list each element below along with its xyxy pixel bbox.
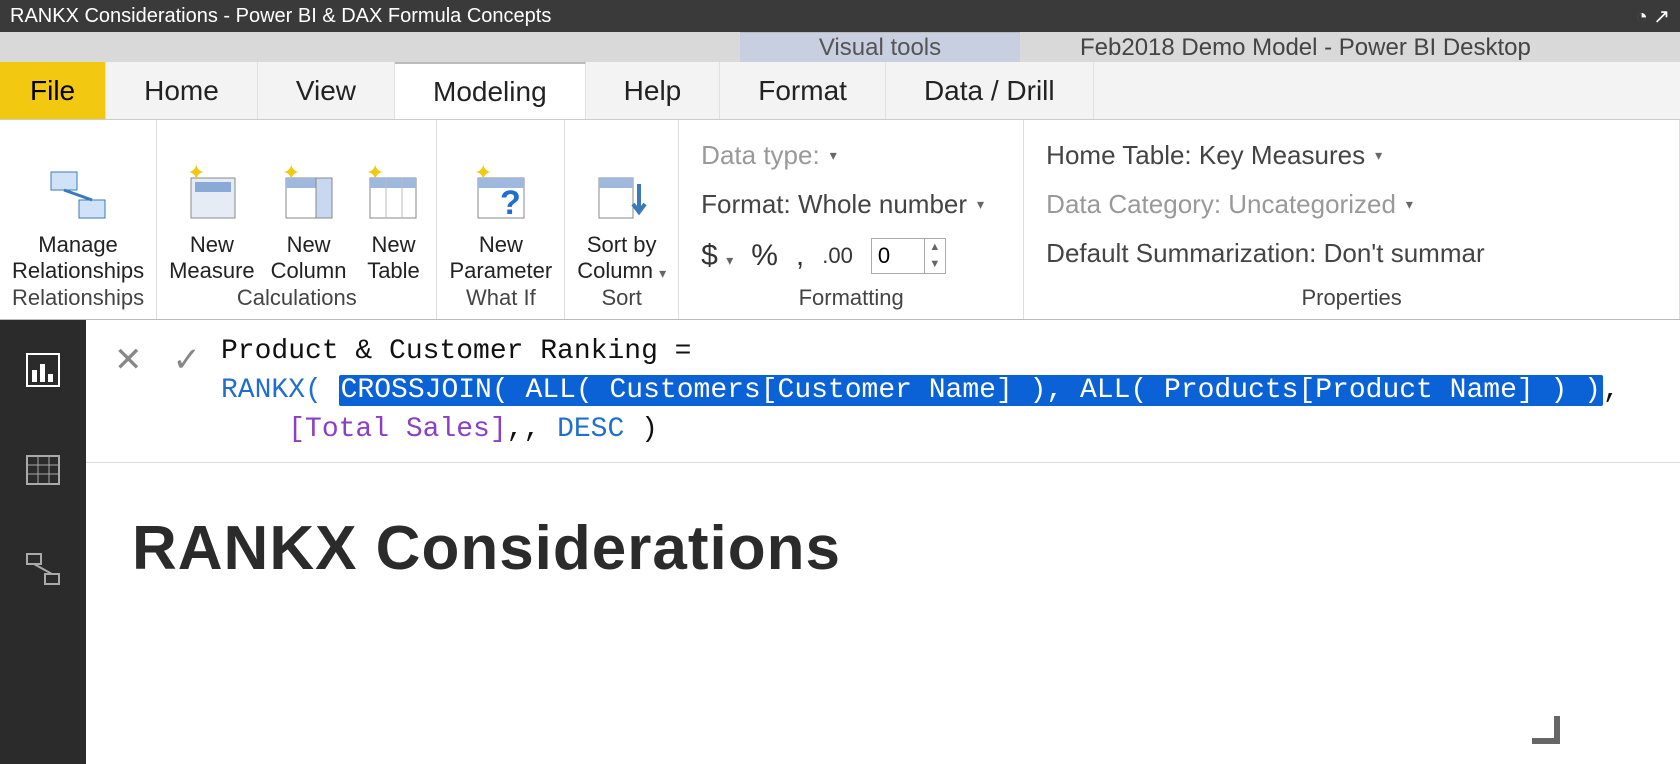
visual-tools-context[interactable]: Visual tools [740, 32, 1020, 62]
model-view-button[interactable] [21, 548, 65, 592]
group-properties: Home Table: Key Measures ▾ Data Category… [1024, 120, 1680, 319]
new-column-button[interactable]: ✦ New Column [271, 156, 347, 283]
group-label: Sort [602, 283, 642, 315]
chevron-down-icon: ▾ [1375, 147, 1382, 164]
tab-home[interactable]: Home [106, 62, 258, 119]
svg-text:✦: ✦ [366, 164, 384, 185]
sort-icon [591, 164, 653, 226]
formula-editor[interactable]: Product & Customer Ranking = RANKX( CROS… [221, 330, 1674, 450]
parameter-icon: ?✦ [470, 164, 532, 226]
label: Manage Relationships [12, 232, 144, 283]
data-category-dropdown[interactable]: Data Category: Uncategorized ▾ [1046, 189, 1649, 220]
decimal-places-input[interactable] [872, 239, 924, 273]
decimal-places-spinner[interactable]: ▲▼ [871, 238, 946, 274]
svg-text:✦: ✦ [474, 164, 492, 185]
currency-button[interactable]: $ ▾ [701, 239, 733, 273]
spinner-up[interactable]: ▲ [925, 239, 945, 256]
tab-view[interactable]: View [258, 62, 395, 119]
cancel-formula-button[interactable]: ✕ [114, 340, 143, 380]
title-text: RANKX Considerations - Power BI & DAX Fo… [10, 5, 551, 28]
decimal-icon: .00 [822, 243, 853, 269]
group-sort: Sort by Column ▾ Sort [565, 120, 679, 319]
group-label: Formatting [799, 283, 904, 315]
percent-button[interactable]: % [751, 239, 778, 273]
window-title: Feb2018 Demo Model - Power BI Desktop [1020, 34, 1680, 62]
new-parameter-button[interactable]: ?✦ New Parameter [449, 156, 552, 283]
ribbon-tabs: File Home View Modeling Help Format Data… [0, 62, 1680, 120]
chevron-down-icon: ▾ [830, 147, 837, 164]
group-calculations: ✦ New Measure ✦ New Column ✦ New Table C… [157, 120, 437, 319]
ribbon-modeling: Manage Relationships Relationships ✦ New… [0, 120, 1680, 320]
group-whatif: ?✦ New Parameter What If [437, 120, 565, 319]
formula-selection: CROSSJOIN( ALL( Customers[Customer Name]… [339, 375, 1603, 406]
sort-by-column-button[interactable]: Sort by Column ▾ [577, 156, 666, 283]
view-switcher [0, 320, 86, 764]
svg-text:✦: ✦ [187, 164, 205, 185]
contextual-tab-row: Visual tools Feb2018 Demo Model - Power … [0, 32, 1680, 62]
label: New Column [271, 232, 347, 283]
data-type-dropdown[interactable]: Data type: ▾ [701, 140, 993, 171]
label: New Measure [169, 232, 255, 283]
tab-data-drill[interactable]: Data / Drill [886, 62, 1094, 119]
spinner-down[interactable]: ▼ [925, 256, 945, 273]
home-table-dropdown[interactable]: Home Table: Key Measures ▾ [1046, 140, 1649, 171]
label: New Parameter [449, 232, 552, 283]
format-dropdown[interactable]: Format: Whole number ▾ [701, 189, 993, 220]
measure-icon: ✦ [181, 164, 243, 226]
chevron-down-icon: ▾ [659, 265, 666, 281]
chevron-down-icon: ▾ [977, 196, 984, 213]
video-title-bar: RANKX Considerations - Power BI & DAX Fo… [0, 0, 1680, 32]
group-label: Properties [1301, 283, 1401, 315]
new-measure-button[interactable]: ✦ New Measure [169, 156, 255, 283]
commit-formula-button[interactable]: ✓ [173, 340, 202, 380]
manage-relationships-button[interactable]: Manage Relationships [12, 156, 144, 283]
resize-handle[interactable] [1532, 716, 1560, 744]
column-icon: ✦ [278, 164, 340, 226]
thousands-button[interactable]: , [796, 239, 804, 273]
label: New Table [367, 232, 420, 283]
tab-help[interactable]: Help [586, 62, 721, 119]
report-canvas[interactable]: RANKX Considerations [86, 463, 1680, 764]
default-summarization-dropdown[interactable]: Default Summarization: Don't summar [1046, 238, 1649, 269]
report-view-button[interactable] [21, 348, 65, 392]
tab-file[interactable]: File [0, 62, 106, 119]
label: Sort by Column ▾ [577, 232, 666, 283]
group-label: Relationships [12, 283, 144, 315]
new-table-button[interactable]: ✦ New Table [362, 156, 424, 283]
chevron-down-icon: ▾ [1406, 196, 1413, 213]
relationships-icon [47, 164, 109, 226]
group-formatting: Data type: ▾ Format: Whole number ▾ $ ▾ … [679, 120, 1024, 319]
svg-text:✦: ✦ [282, 164, 300, 185]
clock-icon: ◔ ↗ [1636, 4, 1670, 29]
svg-text:?: ? [500, 184, 521, 222]
table-icon: ✦ [362, 164, 424, 226]
group-label: Calculations [237, 283, 357, 315]
tab-modeling[interactable]: Modeling [395, 62, 586, 119]
group-relationships: Manage Relationships Relationships [0, 120, 157, 319]
group-label: What If [466, 283, 536, 315]
tab-format[interactable]: Format [720, 62, 886, 119]
formula-bar: ✕ ✓ Product & Customer Ranking = RANKX( … [86, 320, 1680, 463]
page-heading: RANKX Considerations [132, 513, 1660, 584]
data-view-button[interactable] [21, 448, 65, 492]
